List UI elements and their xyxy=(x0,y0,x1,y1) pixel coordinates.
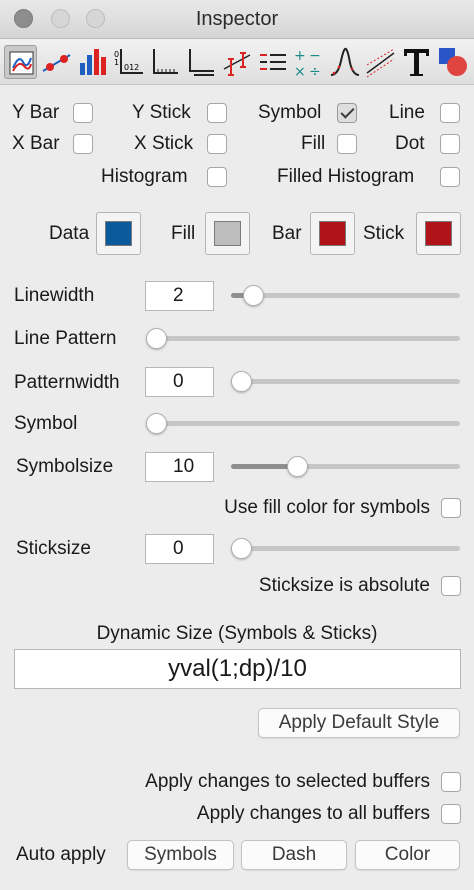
histogram-label: Histogram xyxy=(101,166,188,187)
bar-color-swatch xyxy=(319,221,346,246)
svg-text:−: − xyxy=(309,48,321,64)
symbolsize-slider-knob[interactable] xyxy=(287,456,309,477)
inspector-toolbar: 0 1 012 + − × ÷ xyxy=(0,39,474,85)
dynamic-size-field[interactable]: yval(1;dp)/10 xyxy=(14,649,461,689)
axis-ticks-icon[interactable]: 0 1 012 xyxy=(112,45,145,79)
patternwidth-label: Patternwidth xyxy=(14,372,120,393)
stick-color-label: Stick xyxy=(363,223,405,244)
stick-color-well[interactable] xyxy=(416,212,461,255)
apply-default-style-button[interactable]: Apply Default Style xyxy=(258,708,460,738)
filled-histogram-label: Filled Histogram xyxy=(277,166,415,187)
patternwidth-slider-knob[interactable] xyxy=(231,371,252,392)
apply-all-label: Apply changes to all buffers xyxy=(196,803,430,824)
symbolsize-field[interactable]: 10 xyxy=(145,452,214,482)
apply-selected-checkbox[interactable] xyxy=(441,772,461,792)
math-operators-icon[interactable]: + − × ÷ xyxy=(292,45,325,79)
patternwidth-slider[interactable] xyxy=(231,371,460,392)
y-bar-checkbox[interactable] xyxy=(73,103,93,123)
apply-all-checkbox[interactable] xyxy=(441,804,461,824)
dot-style-checkbox[interactable] xyxy=(440,134,460,154)
fill-color-label: Fill xyxy=(171,223,196,244)
symbol-slider[interactable] xyxy=(146,413,460,434)
data-color-well[interactable] xyxy=(96,212,141,255)
y-stick-label: Y Stick xyxy=(132,102,191,123)
histogram-checkbox[interactable] xyxy=(207,167,227,187)
line-style-checkbox[interactable] xyxy=(440,103,460,123)
auto-apply-dash-button[interactable]: Dash xyxy=(241,840,347,870)
legend-icon[interactable] xyxy=(256,45,289,79)
svg-text:÷: ÷ xyxy=(309,64,321,79)
svg-text:012: 012 xyxy=(124,63,139,72)
error-bar-icon[interactable] xyxy=(220,45,253,79)
sticksize-field[interactable]: 0 xyxy=(145,534,214,564)
filled-histogram-checkbox[interactable] xyxy=(440,167,460,187)
line-symbol-icon[interactable] xyxy=(40,45,73,79)
dot-style-label: Dot xyxy=(395,133,425,154)
linewidth-field[interactable]: 2 xyxy=(145,281,214,311)
shapes-icon[interactable] xyxy=(436,45,469,79)
sticksize-slider-knob[interactable] xyxy=(231,538,252,559)
symbol-style-label: Symbol xyxy=(258,102,322,123)
sticksize-label: Sticksize xyxy=(16,538,91,559)
linewidth-slider[interactable] xyxy=(231,285,460,306)
auto-apply-symbols-button[interactable]: Symbols xyxy=(127,840,234,870)
auto-apply-label: Auto apply xyxy=(16,844,106,865)
apply-selected-label: Apply changes to selected buffers xyxy=(145,771,430,792)
symbol-param-label: Symbol xyxy=(14,413,78,434)
fill-style-label: Fill xyxy=(301,133,326,154)
x-bar-label: X Bar xyxy=(12,133,60,154)
symbolsize-slider[interactable] xyxy=(231,456,460,477)
y-bar-label: Y Bar xyxy=(12,102,60,123)
symbol-slider-knob[interactable] xyxy=(146,413,167,434)
axis-frame-icon[interactable] xyxy=(148,45,181,79)
sticksize-slider[interactable] xyxy=(231,538,460,559)
curve-fit-icon[interactable] xyxy=(328,45,361,79)
stick-color-swatch xyxy=(425,221,452,246)
chart-style-icon[interactable] xyxy=(4,45,37,79)
auto-apply-color-button[interactable]: Color xyxy=(355,840,460,870)
svg-text:+: + xyxy=(294,48,306,64)
y-stick-checkbox[interactable] xyxy=(207,103,227,123)
svg-text:×: × xyxy=(294,64,306,79)
x-stick-label: X Stick xyxy=(134,133,194,154)
x-bar-checkbox[interactable] xyxy=(73,134,93,154)
axis-lines-icon[interactable] xyxy=(184,45,217,79)
linewidth-label: Linewidth xyxy=(14,285,95,306)
patternwidth-field[interactable]: 0 xyxy=(145,367,214,397)
fill-style-checkbox[interactable] xyxy=(337,134,357,154)
title-bar: Inspector xyxy=(0,0,474,39)
data-color-label: Data xyxy=(49,223,90,244)
use-fill-color-label: Use fill color for symbols xyxy=(224,497,430,518)
sticksize-absolute-label: Sticksize is absolute xyxy=(258,575,430,596)
window-title: Inspector xyxy=(195,8,279,30)
x-stick-checkbox[interactable] xyxy=(207,134,227,154)
use-fill-color-checkbox[interactable] xyxy=(441,498,461,518)
line-pattern-label: Line Pattern xyxy=(14,328,117,349)
line-style-label: Line xyxy=(389,102,425,123)
fill-color-well[interactable] xyxy=(205,212,250,255)
symbol-style-checkbox[interactable] xyxy=(337,103,357,123)
line-pattern-slider[interactable] xyxy=(146,328,460,349)
regression-line-icon[interactable] xyxy=(364,45,397,79)
data-color-swatch xyxy=(105,221,132,246)
text-icon[interactable] xyxy=(400,45,433,79)
bar-color-well[interactable] xyxy=(310,212,355,255)
dynamic-size-label: Dynamic Size (Symbols & Sticks) xyxy=(96,623,378,644)
svg-text:1: 1 xyxy=(114,58,119,67)
bar-color-label: Bar xyxy=(272,223,302,244)
symbolsize-label: Symbolsize xyxy=(16,456,114,477)
line-pattern-slider-knob[interactable] xyxy=(146,328,167,349)
linewidth-slider-knob[interactable] xyxy=(243,285,265,306)
bar-style-icon[interactable] xyxy=(76,45,109,79)
sticksize-absolute-checkbox[interactable] xyxy=(441,576,461,596)
fill-color-swatch xyxy=(214,221,241,246)
